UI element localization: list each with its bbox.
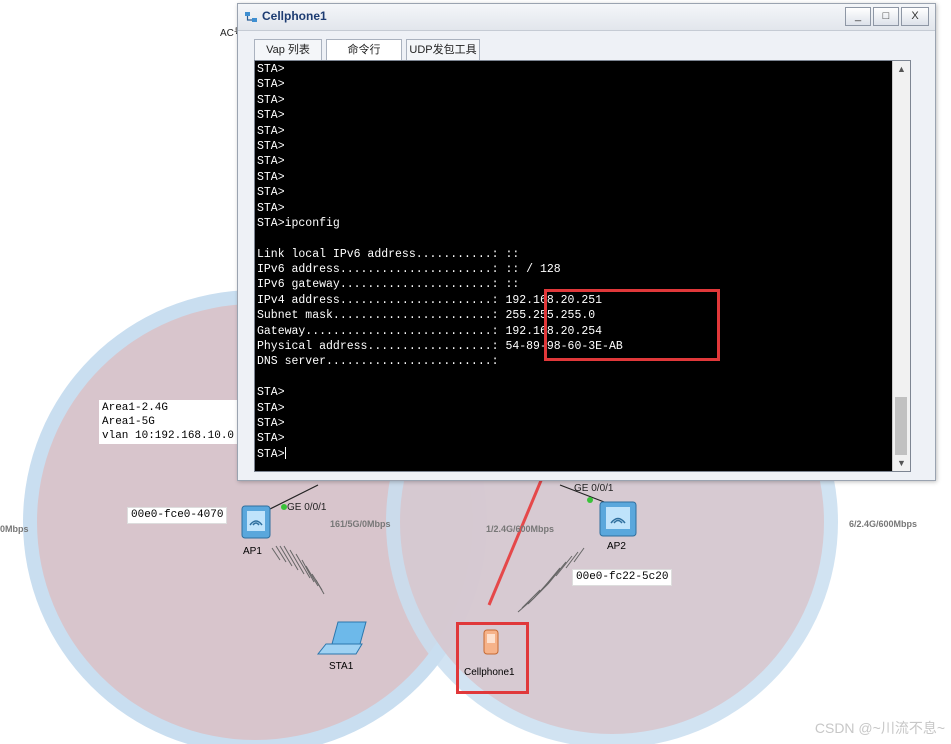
cellphone-highlight-box [456,622,529,694]
terminal-line: STA> [257,401,285,415]
ap1-icon[interactable] [241,505,271,539]
ap1-mac-label: 00e0-fce0-4070 [127,507,228,524]
ap1-name[interactable]: AP1 [243,546,262,557]
terminal-line: STA> [257,201,285,215]
watermark: CSDN @~川流不息~ [814,720,945,736]
link-rate-label-right: 6/2.4G/600Mbps [849,519,918,529]
area-info-box: Area1-2.4G Area1-5G vlan 10:192.168.10.0 [99,400,238,444]
ap2-icon[interactable] [599,501,637,537]
area-info-line: Area1-2.4G [102,402,169,414]
tab-vap-list[interactable]: Vap 列表 [254,39,322,60]
terminal-line: STA> [257,155,285,169]
sta1-name[interactable]: STA1 [329,661,353,672]
terminal-line: STA> [257,416,285,430]
terminal-line: STA>ipconfig [257,216,340,230]
window-titlebar[interactable]: Cellphone1 _ □ X [238,4,935,31]
terminal-line: STA> [257,63,285,76]
terminal-line: STA> [257,109,285,123]
terminal-line: STA> [257,139,285,153]
port-status-ap2 [587,497,593,503]
scroll-up-icon[interactable]: ▲ [893,61,910,77]
terminal-line: STA> [257,386,285,400]
terminal-line: STA> [257,432,285,446]
ap2-name[interactable]: AP2 [607,541,626,552]
minimize-button[interactable]: _ [845,7,871,26]
link-rate-label-left: 0Mbps [0,524,29,534]
terminal-line: IPv6 address......................: :: /… [257,263,561,277]
terminal-scrollbar[interactable]: ▲ ▼ [892,61,910,471]
terminal-line: STA> [257,186,285,200]
tab-command-line[interactable]: 命令行 [326,39,402,60]
text-cursor [284,446,286,459]
cli-window: Cellphone1 _ □ X Vap 列表 命令行 UDP发包工具 STA>… [237,3,936,481]
ip-info-highlight-box [544,289,720,361]
terminal-line: STA> [257,124,285,138]
ap2-mac-label: 00e0-fc22-5c20 [572,569,673,586]
terminal-output: STA> STA> STA> STA> STA> STA> STA> STA> STA> STA>… [257,62,890,462]
port-label-ap1: GE 0/0/1 [287,502,327,513]
terminal-line: Link local IPv6 address...........: :: [257,247,520,261]
close-button[interactable]: X [901,7,929,26]
terminal-line: STA> [257,446,286,461]
terminal-line: STA> [257,93,285,107]
maximize-button[interactable]: □ [873,7,899,26]
link-rate-label-mid: 1/2.4G/600Mbps [486,524,555,534]
scrollbar-thumb[interactable] [895,397,907,455]
port-label-ap2: GE 0/0/1 [574,483,614,494]
tab-udp-tool[interactable]: UDP发包工具 [406,39,480,60]
terminal-line: STA> [257,170,285,184]
app-icon [245,12,257,22]
terminal-console[interactable]: STA> STA> STA> STA> STA> STA> STA> STA> STA> STA>… [254,60,911,472]
area-info-line: vlan 10:192.168.10.0 [102,430,235,442]
link-rate-label-ap1: 161/5G/0Mbps [330,519,391,529]
terminal-line: STA> [257,78,285,92]
scroll-down-icon[interactable]: ▼ [893,455,910,471]
window-title: Cellphone1 [262,9,327,23]
area-info-line: Area1-5G [102,416,155,428]
